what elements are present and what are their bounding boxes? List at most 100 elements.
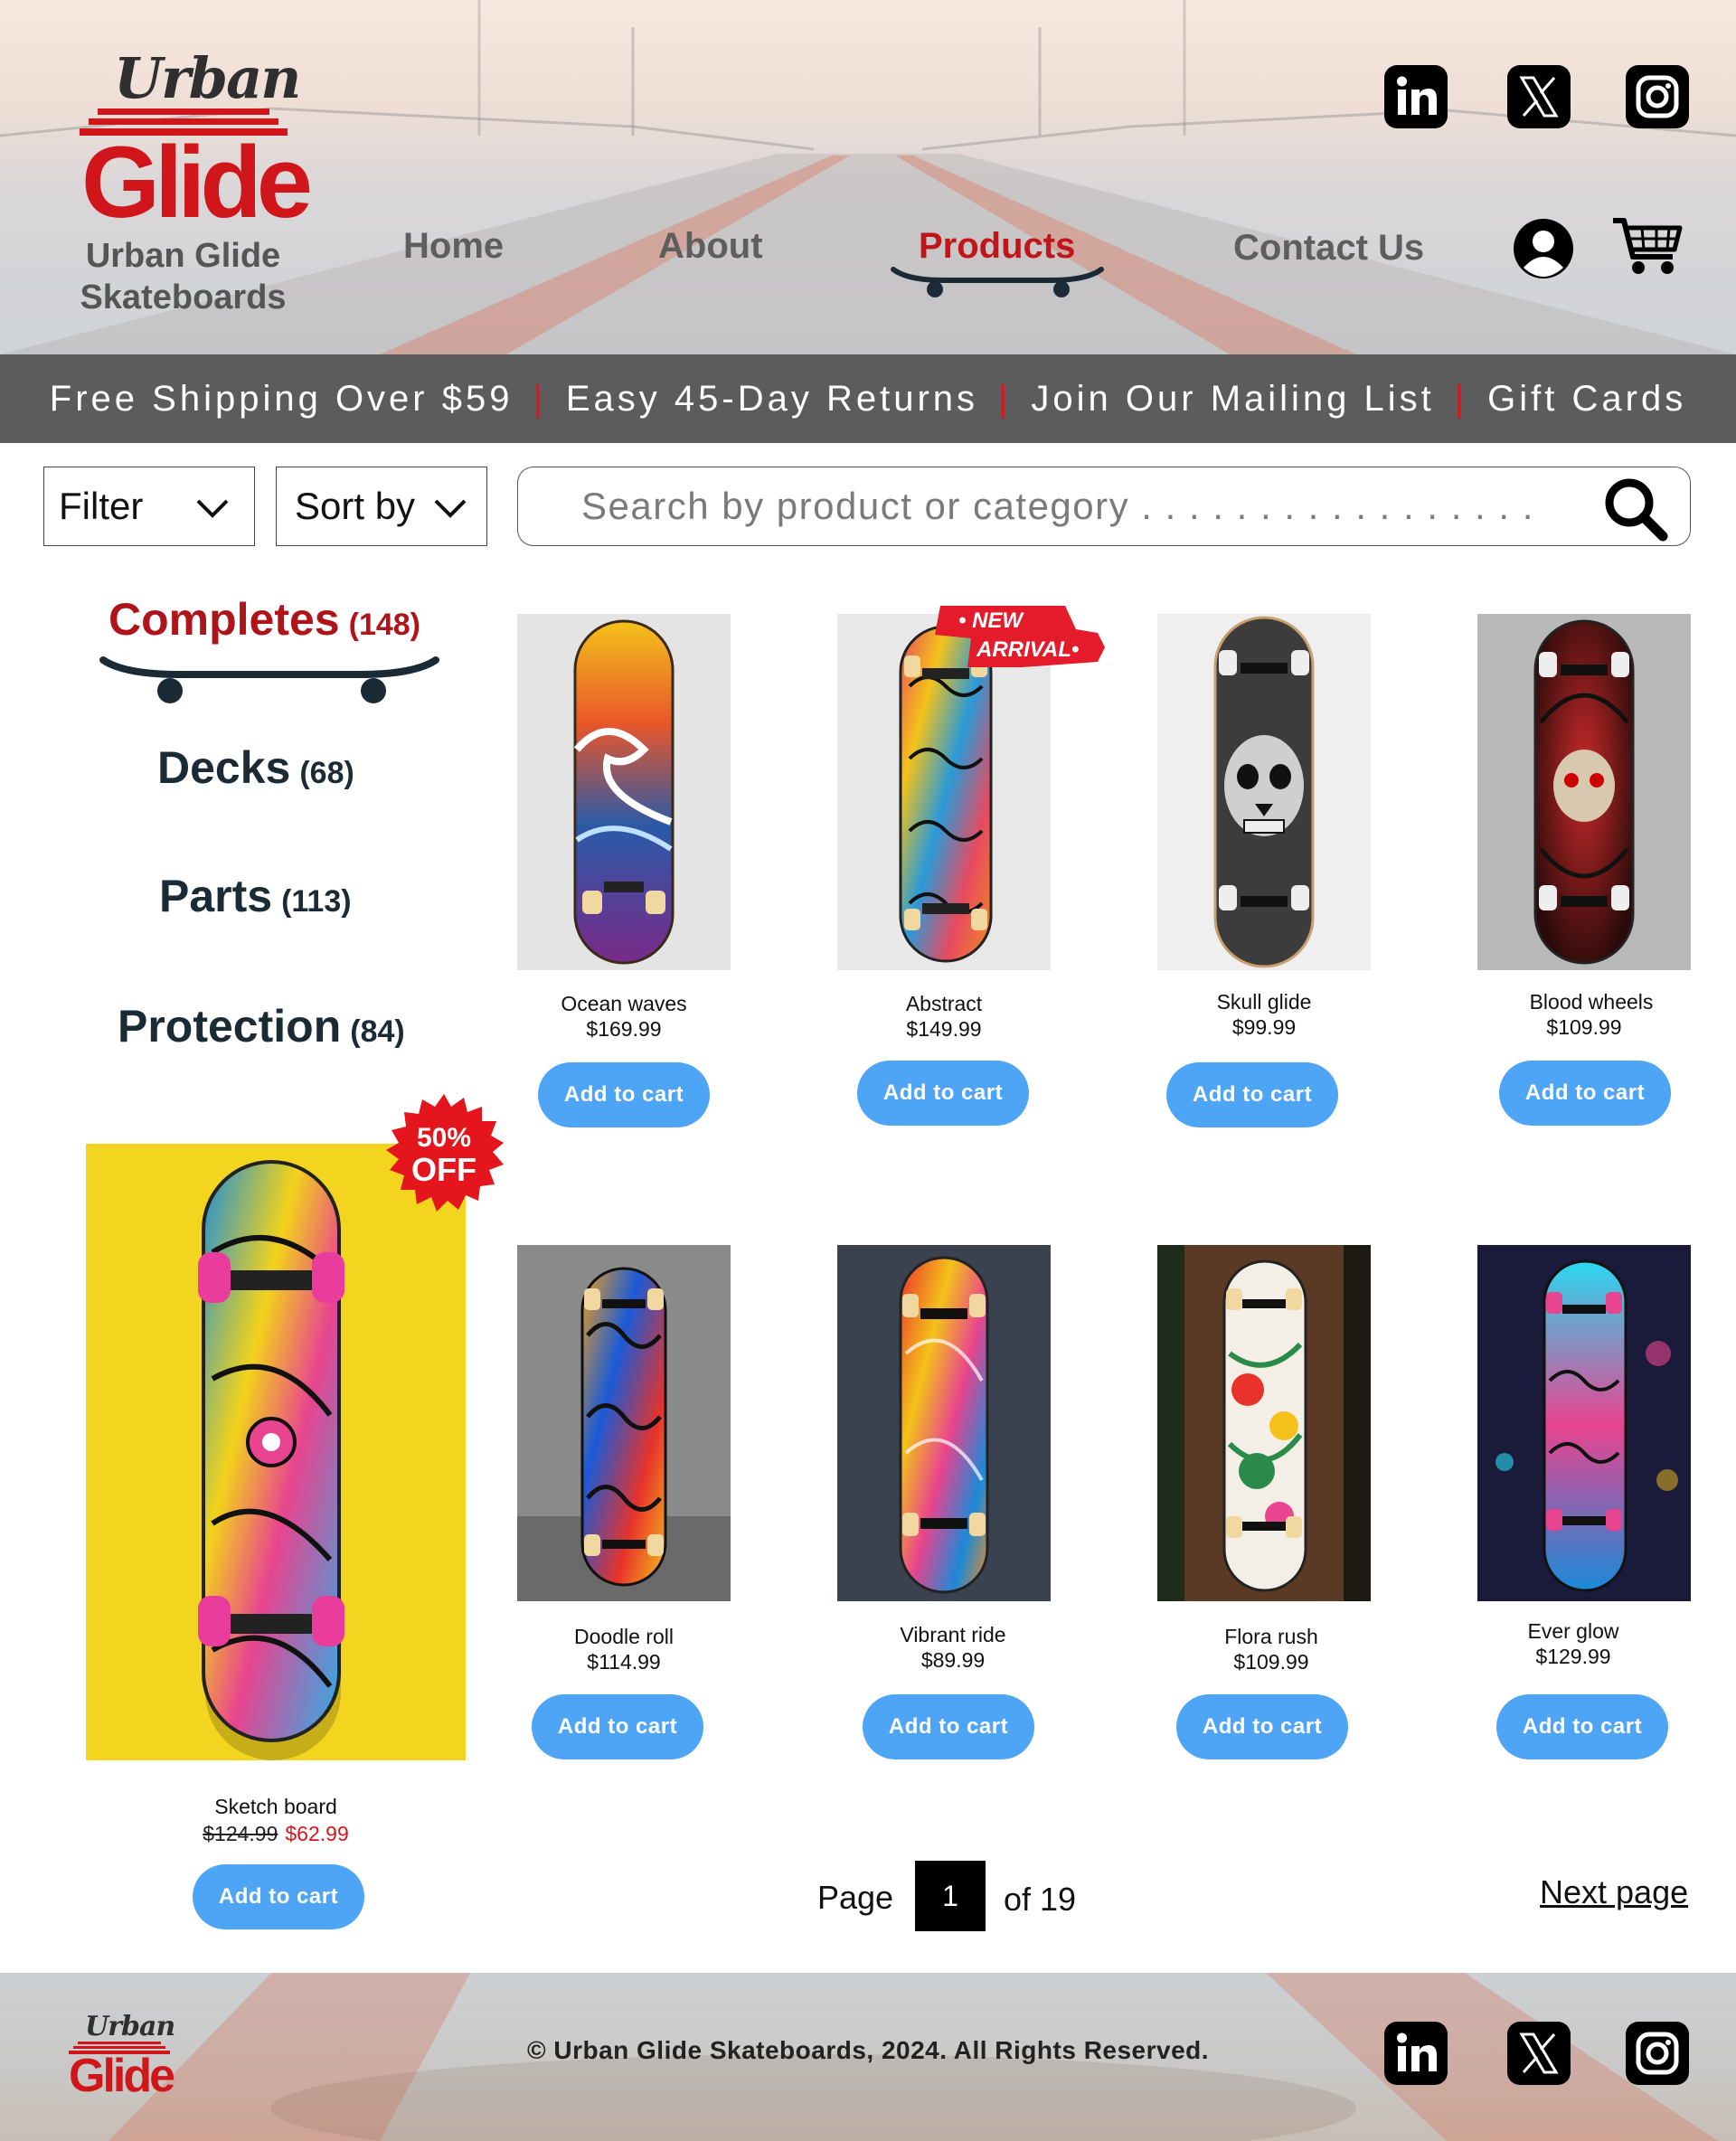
product-image[interactable]: [517, 614, 731, 970]
copyright-text: © Urban Glide Skateboards, 2024. All Rig…: [526, 2036, 1210, 2064]
category-count: (84): [350, 1014, 405, 1049]
ocean-waves-board-image: [517, 614, 731, 970]
site-footer: Urban Glide © Urban Glide Skateboards, 2…: [0, 1973, 1736, 2141]
category-label: Completes: [108, 594, 340, 645]
linkedin-icon[interactable]: [1384, 2022, 1448, 2085]
site-header: Urban Glide Urban Glide Skateboards Home…: [0, 0, 1736, 354]
nav-contact-link[interactable]: Contact Us: [1233, 228, 1424, 269]
product-price: $129.99: [1535, 1645, 1611, 1668]
account-icon[interactable]: [1512, 217, 1575, 280]
filter-label: Filter: [59, 485, 144, 527]
vibrant-ride-board-image: [837, 1245, 1051, 1601]
category-count: (148): [348, 608, 420, 642]
category-label: Decks: [157, 742, 291, 793]
product-name[interactable]: Flora rush: [1165, 1625, 1378, 1649]
add-to-cart-button[interactable]: Add to cart: [863, 1694, 1034, 1759]
add-to-cart-button[interactable]: Add to cart: [1166, 1062, 1338, 1127]
product-image[interactable]: [1157, 1245, 1371, 1601]
promo-gift-cards[interactable]: Gift Cards: [1487, 379, 1686, 420]
promo-mailing-list[interactable]: Join Our Mailing List: [1031, 379, 1434, 420]
promo-returns[interactable]: Easy 45-Day Returns: [566, 379, 978, 420]
product-name[interactable]: Abstract: [837, 992, 1051, 1016]
instagram-icon[interactable]: [1626, 2022, 1689, 2085]
promo-separator: |: [998, 378, 1012, 419]
active-category-skateboard-underline: [99, 656, 439, 703]
search-input[interactable]: [581, 476, 1549, 536]
product-name[interactable]: Vibrant ride: [846, 1623, 1060, 1647]
instagram-icon[interactable]: [1626, 65, 1689, 128]
product-image[interactable]: [1477, 614, 1691, 970]
promo-separator: |: [533, 378, 546, 419]
product-image[interactable]: [1157, 614, 1371, 970]
product-price: $114.99: [587, 1650, 661, 1674]
linkedin-icon[interactable]: [1384, 65, 1448, 128]
category-label: Parts: [159, 871, 273, 921]
featured-product-prices: $124.99 $62.99: [86, 1822, 466, 1846]
sort-label: Sort by: [295, 485, 416, 527]
product-name[interactable]: Skull glide: [1157, 990, 1371, 1014]
product-price: $109.99: [1233, 1650, 1309, 1674]
chevron-down-icon: [434, 499, 467, 518]
product-price: $99.99: [1231, 1015, 1297, 1039]
promo-free-shipping[interactable]: Free Shipping Over $59: [50, 379, 514, 420]
featured-product-name[interactable]: Sketch board: [86, 1795, 466, 1819]
new-arrival-badge: • NEW ARRIVAL•: [935, 606, 1105, 667]
nav-products-link[interactable]: Products: [919, 226, 1075, 267]
blood-wheels-board-image: [1477, 614, 1691, 970]
add-to-cart-button[interactable]: Add to cart: [1176, 1694, 1348, 1759]
sale-badge: 50% OFF: [386, 1094, 504, 1212]
featured-product-image[interactable]: [86, 1144, 466, 1760]
category-count: (68): [299, 756, 354, 790]
cart-icon[interactable]: [1611, 215, 1684, 278]
product-price: $89.99: [920, 1648, 986, 1672]
sale-badge-off: OFF: [411, 1151, 476, 1188]
brand-name: Urban Glide Skateboards: [72, 235, 294, 318]
product-image[interactable]: [837, 1245, 1051, 1601]
product-name[interactable]: Doodle roll: [517, 1625, 731, 1649]
product-name[interactable]: Blood wheels: [1485, 990, 1698, 1014]
new-arrival-badge-line2: ARRIVAL•: [976, 637, 1079, 662]
category-decks[interactable]: Decks (68): [157, 741, 354, 794]
chevron-down-icon: [196, 499, 229, 518]
add-to-cart-button[interactable]: Add to cart: [532, 1694, 703, 1759]
doodle-roll-board-image: [517, 1245, 731, 1601]
active-nav-skateboard-underline: [891, 267, 1104, 297]
brand-name-line2: Skateboards: [80, 278, 287, 316]
add-to-cart-button[interactable]: Add to cart: [193, 1864, 364, 1929]
nav-home-link[interactable]: Home: [403, 226, 504, 267]
x-icon[interactable]: [1507, 2022, 1571, 2085]
product-name[interactable]: Ocean waves: [517, 992, 731, 1016]
search-icon[interactable]: [1601, 475, 1670, 543]
pagination-current-page[interactable]: 1: [915, 1861, 986, 1931]
skull-glide-board-image: [1157, 614, 1371, 970]
product-name[interactable]: Ever glow: [1467, 1619, 1680, 1644]
add-to-cart-button[interactable]: Add to cart: [1499, 1061, 1671, 1126]
add-to-cart-button[interactable]: Add to cart: [857, 1061, 1029, 1126]
category-completes[interactable]: Completes (148): [108, 593, 420, 646]
category-count: (113): [281, 884, 352, 919]
search-bar: [517, 467, 1691, 546]
featured-sale-price: $62.99: [285, 1822, 349, 1845]
sort-dropdown[interactable]: Sort by: [276, 467, 487, 546]
featured-old-price: $124.99: [203, 1822, 278, 1845]
add-to-cart-button[interactable]: Add to cart: [538, 1062, 710, 1127]
pagination-total: of 19: [1004, 1881, 1077, 1918]
category-protection[interactable]: Protection (84): [118, 1000, 405, 1052]
product-price: $169.99: [586, 1017, 662, 1041]
brand-logo[interactable]: Urban Glide Urban Glide Skateboards: [72, 45, 313, 325]
next-page-link[interactable]: Next page: [1540, 1873, 1688, 1911]
x-icon[interactable]: [1507, 65, 1571, 128]
category-label: Protection: [118, 1001, 342, 1052]
filter-dropdown[interactable]: Filter: [43, 467, 255, 546]
ever-glow-board-image: [1477, 1245, 1691, 1601]
category-parts[interactable]: Parts (113): [159, 870, 352, 922]
product-image[interactable]: [1477, 1245, 1691, 1601]
product-price: $149.99: [906, 1017, 982, 1041]
logo-wordmark-glide: Glide: [81, 126, 313, 239]
sale-badge-percent: 50%: [417, 1123, 471, 1153]
product-image[interactable]: [517, 1245, 731, 1601]
promo-separator: |: [1454, 378, 1468, 419]
add-to-cart-button[interactable]: Add to cart: [1496, 1694, 1668, 1759]
pagination-label: Page: [817, 1879, 894, 1916]
nav-about-link[interactable]: About: [658, 226, 763, 267]
